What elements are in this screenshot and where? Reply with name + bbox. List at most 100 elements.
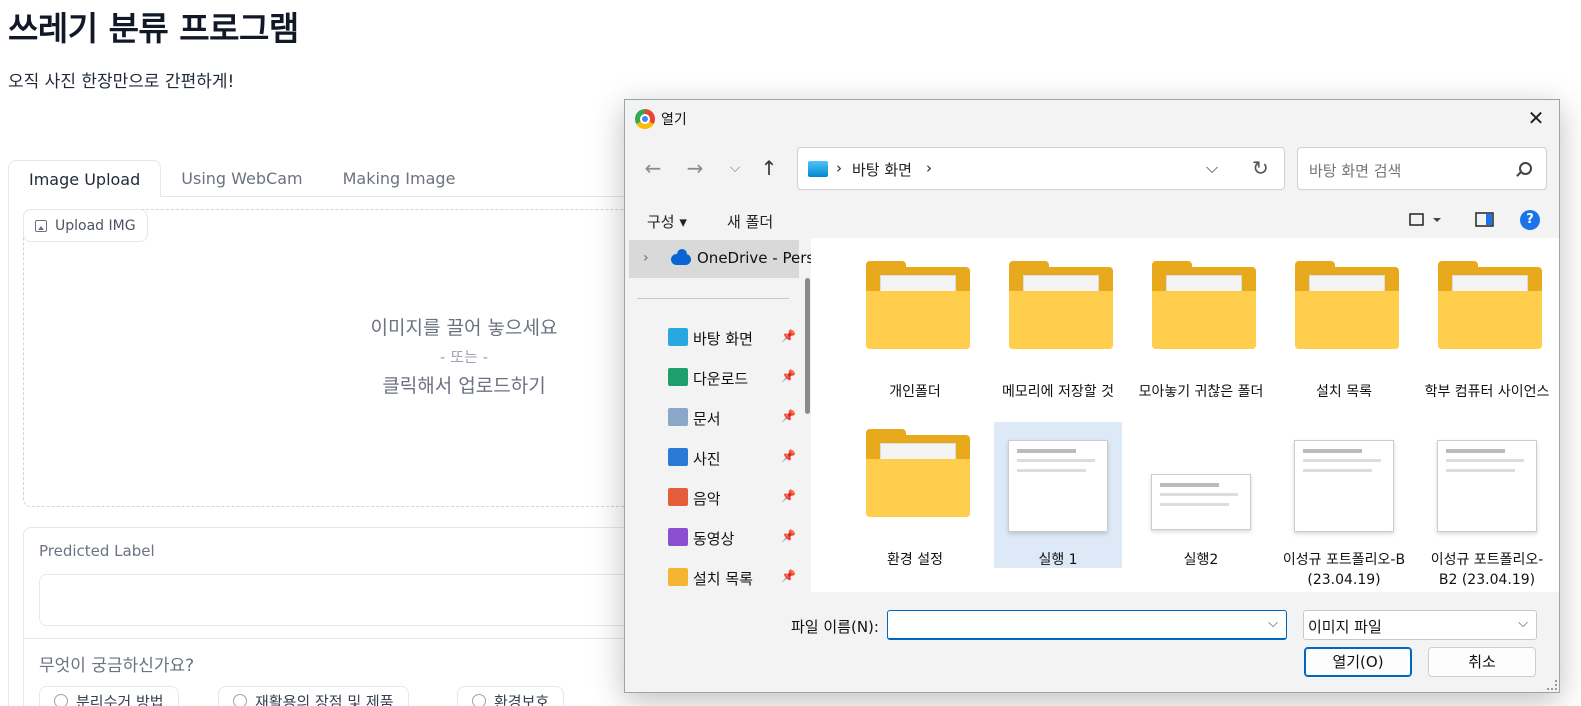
pin-icon: 📌 (781, 409, 796, 423)
folder-item[interactable]: 개인폴더 (851, 254, 979, 400)
nav-item[interactable]: 사진 📌 (625, 440, 801, 476)
divider (23, 638, 643, 639)
tab-image-upload[interactable]: Image Upload (8, 160, 162, 197)
nav-item-label: 동영상 (693, 530, 735, 548)
dialog-footer: 파일 이름(N): ⌵ 이미지 파일 ⌵ 열기(O) 취소 (625, 592, 1559, 692)
cloud-icon (671, 249, 691, 265)
tab-bar: Image Upload Using WebCam Making Image (8, 160, 648, 197)
new-folder-button[interactable]: 새 폴더 (727, 211, 773, 232)
page-subtitle: 오직 사진 한장만으로 간편하게! (8, 72, 235, 92)
organize-button[interactable]: 구성 ▾ (647, 211, 687, 232)
image-icon (35, 219, 47, 232)
preview-pane-icon[interactable] (1475, 212, 1495, 232)
command-bar: 구성 ▾ 새 폴더 ? (625, 202, 1559, 238)
radio-option-label: 분리수거 방법 (76, 692, 164, 706)
radio-option-label: 재활용의 장점 및 제품 (255, 692, 394, 706)
folder-icon (668, 568, 688, 586)
folder-icon (866, 261, 970, 349)
file-item[interactable]: 실행2 (1137, 422, 1265, 568)
pin-icon: 📌 (781, 329, 796, 343)
arrow-right-icon: → (686, 156, 704, 180)
folder-item[interactable]: 학부 컴퓨터 사이언스 (1423, 254, 1551, 400)
nav-item[interactable]: 다운로드 📌 (625, 360, 801, 396)
nav-item[interactable]: 문서 📌 (625, 400, 801, 436)
file-item[interactable]: 이성규 포트폴리오-B (23.04.19) (1280, 422, 1408, 588)
image-thumbnail-icon (1151, 474, 1251, 530)
help-icon[interactable]: ? (1520, 210, 1540, 230)
nav-item[interactable]: 음악 📌 (625, 480, 801, 516)
image-thumbnail-icon (1008, 440, 1108, 532)
recent-locations-button[interactable]: ⌵ (721, 160, 749, 176)
cancel-button[interactable]: 취소 (1428, 647, 1536, 677)
view-mode-icon[interactable] (1409, 212, 1443, 232)
pin-icon: 📌 (781, 369, 796, 383)
file-item[interactable]: 이성규 포트폴리오-B2 (23.04.19) (1423, 422, 1551, 588)
up-button[interactable]: ↑ (755, 156, 783, 180)
filetype-value: 이미지 파일 (1308, 618, 1382, 636)
folder-item[interactable]: 설치 목록 (1280, 254, 1408, 400)
file-item[interactable]: 실행 1 (994, 422, 1122, 568)
folder-icon (1152, 261, 1256, 349)
chevron-right-icon[interactable]: › (643, 250, 649, 266)
page: 쓰레기 분류 프로그램 오직 사진 한장만으로 간편하게! Image Uplo… (0, 0, 1581, 706)
folder-item[interactable]: 메모리에 저장할 것 (994, 254, 1122, 400)
chevron-down-icon[interactable]: ⌵ (1268, 616, 1278, 631)
filename-label: 파일 이름(N): (791, 618, 879, 636)
upload-badge-label: Upload IMG (55, 217, 136, 234)
dialog-titlebar: 열기 ✕ (625, 100, 1559, 136)
radio-dot (472, 694, 486, 706)
tab-making-image[interactable]: Making Image (323, 160, 476, 196)
breadcrumb-desktop[interactable]: 바탕 화면 (852, 159, 912, 180)
nav-item-label: 바탕 화면 (693, 330, 753, 348)
pin-icon: 📌 (781, 449, 796, 463)
address-bar[interactable]: › 바탕 화면 › ⌵ ↻ (797, 147, 1285, 190)
file-name: 환경 설정 (887, 552, 943, 568)
radio-option[interactable]: 재활용의 장점 및 제품 (218, 686, 409, 706)
arrow-up-icon: ↑ (760, 156, 778, 180)
open-button[interactable]: 열기(O) (1304, 647, 1412, 677)
predicted-label-output (39, 574, 639, 626)
folder-icon (1009, 261, 1113, 349)
pin-icon: 📌 (781, 489, 796, 503)
nav-item-label: 문서 (693, 410, 721, 428)
search-icon (1519, 162, 1532, 175)
address-dropdown-icon[interactable]: ⌵ (1206, 158, 1218, 178)
nav-item[interactable]: 동영상 📌 (625, 520, 801, 556)
drop-or: - 또는 - (440, 348, 488, 366)
nav-item-onedrive[interactable]: › OneDrive - Personal (629, 240, 811, 278)
file-name: 모아놓기 귀찮은 폴더 (1138, 384, 1264, 400)
refresh-icon[interactable]: ↻ (1252, 156, 1269, 180)
forward-button[interactable]: → (681, 156, 709, 180)
folder-item[interactable]: 환경 설정 (851, 422, 979, 568)
chrome-icon (635, 109, 655, 129)
filename-input[interactable]: ⌵ (887, 610, 1287, 640)
nav-scrollbar[interactable] (805, 278, 810, 414)
file-name: 개인폴더 (889, 384, 941, 400)
nav-item[interactable]: 바탕 화면 📌 (625, 320, 801, 356)
dialog-title: 열기 (661, 112, 687, 128)
nav-item[interactable]: 설치 목록 📌 (625, 560, 801, 592)
file-name: 이성규 포트폴리오-B2 (23.04.19) (1430, 552, 1544, 588)
chevron-down-icon: ⌵ (1518, 616, 1528, 631)
filetype-select[interactable]: 이미지 파일 ⌵ (1303, 610, 1537, 640)
file-name: 학부 컴퓨터 사이언스 (1424, 384, 1550, 400)
file-name: 설치 목록 (1316, 384, 1372, 400)
folder-item[interactable]: 모아놓기 귀찮은 폴더 (1137, 254, 1265, 400)
question-label: 무엇이 궁금하신가요? (39, 656, 195, 676)
image-thumbnail-icon (1437, 440, 1537, 532)
upload-badge: Upload IMG (23, 209, 148, 242)
pictures-icon (668, 448, 688, 466)
video-icon (668, 528, 688, 546)
radio-option[interactable]: 환경보호 (457, 686, 565, 706)
tab-using-webcam[interactable]: Using WebCam (161, 160, 322, 196)
drop-instructions: 이미지를 끌어 놓으세요 - 또는 - 클릭해서 업로드하기 (264, 314, 664, 400)
file-name: 메모리에 저장할 것 (1002, 384, 1114, 400)
nav-item-label: 설치 목록 (693, 570, 753, 588)
search-input[interactable]: 바탕 화면 검색 (1297, 147, 1547, 190)
close-button[interactable]: ✕ (1513, 100, 1559, 136)
nav-item-label: 사진 (693, 450, 721, 468)
resize-grip-icon[interactable] (1547, 680, 1557, 690)
back-button[interactable]: ← (639, 156, 667, 180)
search-placeholder: 바탕 화면 검색 (1309, 162, 1402, 180)
radio-option[interactable]: 분리수거 방법 (39, 686, 179, 706)
